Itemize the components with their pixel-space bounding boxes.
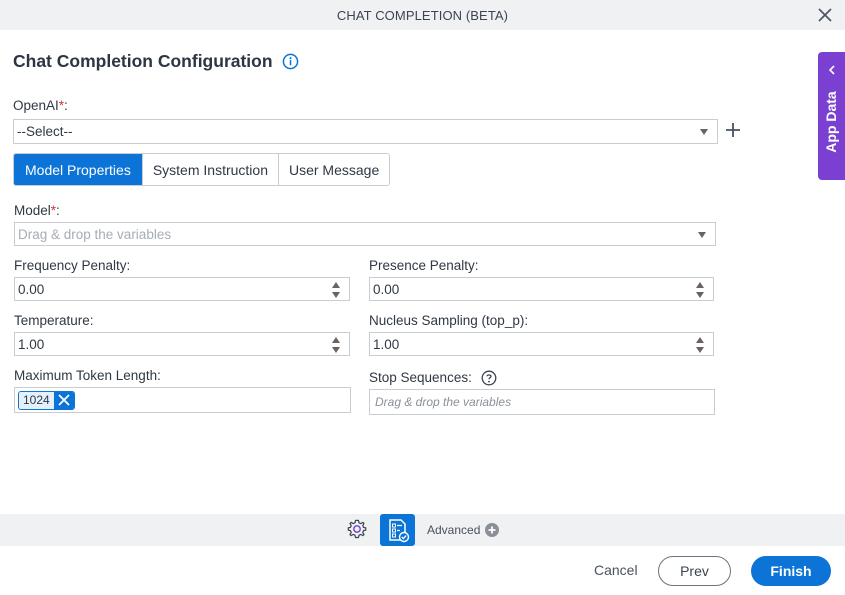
- gear-icon[interactable]: [346, 518, 368, 540]
- frequency-penalty-value: 0.00: [18, 281, 45, 297]
- tab-model-properties[interactable]: Model Properties: [14, 154, 142, 185]
- tab-system-instruction[interactable]: System Instruction: [141, 154, 278, 185]
- spin-up-icon[interactable]: [696, 337, 704, 343]
- openai-select-value: --Select--: [17, 124, 73, 139]
- plus-circle-icon: [485, 523, 500, 537]
- info-icon[interactable]: [282, 53, 299, 70]
- spin-up-icon[interactable]: [332, 282, 340, 288]
- spin-up-icon[interactable]: [332, 337, 340, 343]
- spin-down-icon[interactable]: [696, 347, 704, 353]
- config-tabs: Model Properties System Instruction User…: [13, 153, 391, 186]
- close-icon[interactable]: [817, 7, 833, 23]
- dropdown-caret-icon: [698, 232, 706, 238]
- temperature-label: Temperature:: [14, 313, 94, 328]
- openai-label: OpenAI*:: [13, 98, 68, 113]
- spin-down-icon[interactable]: [332, 292, 340, 298]
- dialog-title: CHAT COMPLETION (BETA): [336, 7, 509, 23]
- presence-penalty-input[interactable]: 0.00: [369, 277, 714, 301]
- label-colon: :: [56, 203, 60, 218]
- presence-penalty-value: 0.00: [373, 281, 400, 297]
- advanced-toggle[interactable]: Advanced: [427, 523, 500, 537]
- openai-label-text: OpenAI: [13, 98, 59, 113]
- model-dropdown[interactable]: Drag & drop the variables: [14, 222, 716, 246]
- form-checklist-icon: [389, 519, 410, 543]
- max-token-chip-value: 1024: [19, 391, 54, 409]
- stop-sequences-label-text: Stop Sequences:: [369, 370, 472, 385]
- number-spinner[interactable]: [332, 337, 340, 353]
- model-label-text: Model: [14, 203, 51, 218]
- add-openai-connection-button[interactable]: [724, 121, 742, 139]
- stop-sequences-input[interactable]: Drag & drop the variables: [369, 389, 715, 415]
- remove-chip-button[interactable]: [53, 391, 74, 409]
- model-label: Model*:: [14, 203, 60, 218]
- label-colon: :: [64, 98, 68, 113]
- close-icon: [58, 394, 70, 406]
- spin-up-icon[interactable]: [696, 282, 704, 288]
- presence-penalty-label: Presence Penalty:: [369, 258, 479, 273]
- page-heading: Chat Completion Configuration: [13, 51, 299, 72]
- top-p-input[interactable]: 1.00: [369, 332, 714, 356]
- dropdown-caret-icon: [700, 129, 708, 135]
- number-spinner[interactable]: [696, 282, 704, 298]
- number-spinner[interactable]: [696, 337, 704, 353]
- stop-sequences-placeholder: Drag & drop the variables: [375, 395, 512, 409]
- frequency-penalty-label: Frequency Penalty:: [14, 258, 131, 273]
- dialog-titlebar: CHAT COMPLETION (BETA): [0, 0, 845, 30]
- app-data-label: App Data: [823, 91, 839, 153]
- prev-button[interactable]: Prev: [658, 556, 731, 586]
- spin-down-icon[interactable]: [332, 347, 340, 353]
- max-token-length-label: Maximum Token Length:: [14, 368, 161, 383]
- max-token-length-input[interactable]: 1024: [14, 387, 351, 413]
- frequency-penalty-input[interactable]: 0.00: [14, 277, 350, 301]
- stop-sequences-label: Stop Sequences:: [369, 370, 497, 386]
- tab-user-message[interactable]: User Message: [277, 154, 390, 185]
- temperature-value: 1.00: [18, 336, 45, 352]
- max-token-chip: 1024: [18, 390, 75, 410]
- model-placeholder: Drag & drop the variables: [18, 226, 172, 242]
- app-data-panel-toggle[interactable]: App Data: [818, 52, 845, 180]
- bottom-toolbar: [0, 514, 845, 546]
- number-spinner[interactable]: [332, 282, 340, 298]
- chevron-left-icon: [828, 65, 835, 75]
- advanced-label: Advanced: [427, 523, 481, 537]
- top-p-label: Nucleus Sampling (top_p):: [369, 313, 529, 328]
- question-icon[interactable]: [481, 370, 497, 386]
- cancel-button[interactable]: Cancel: [594, 562, 638, 578]
- finish-button[interactable]: Finish: [751, 556, 831, 586]
- spin-down-icon[interactable]: [696, 292, 704, 298]
- top-p-value: 1.00: [373, 336, 400, 352]
- page-title: Chat Completion Configuration: [13, 51, 273, 71]
- form-checklist-button[interactable]: [380, 514, 415, 546]
- openai-select[interactable]: --Select--: [13, 119, 718, 144]
- temperature-input[interactable]: 1.00: [14, 332, 350, 356]
